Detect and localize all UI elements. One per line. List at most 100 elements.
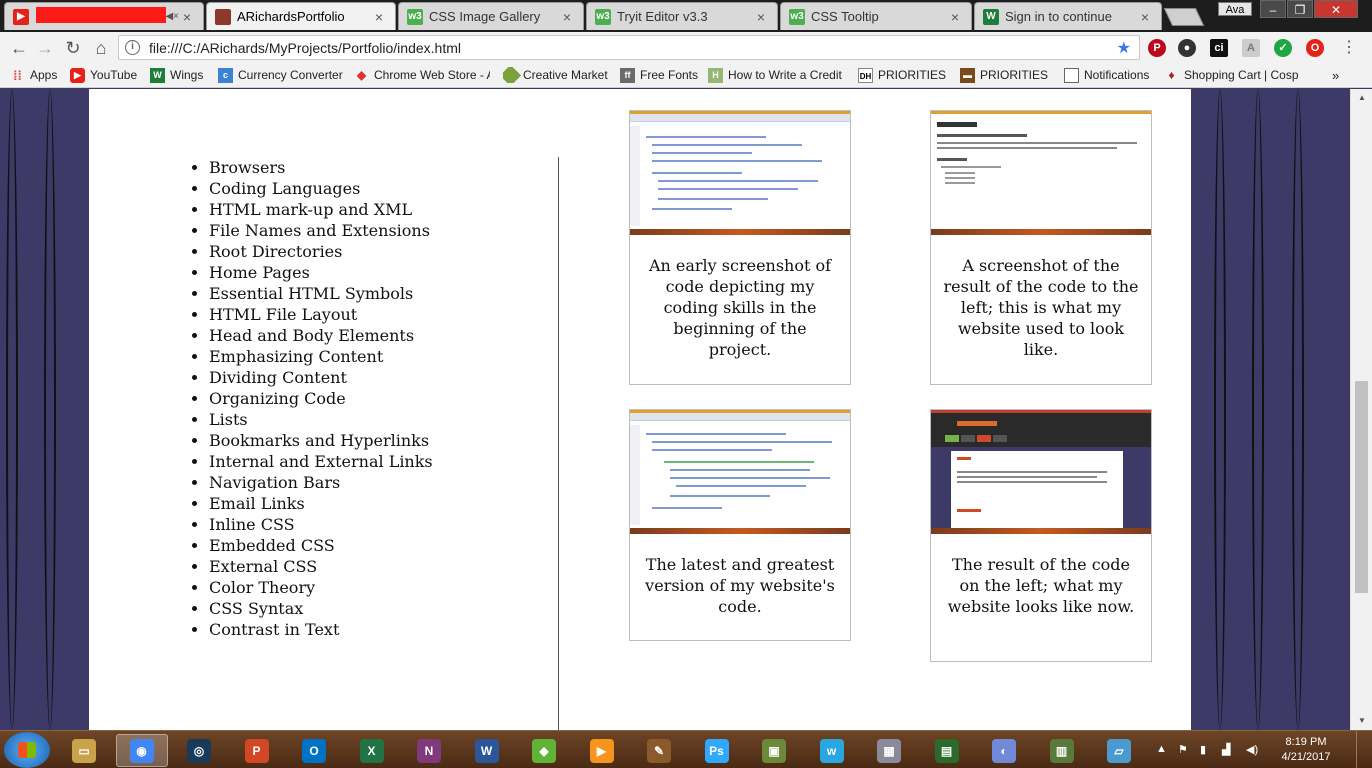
- youtube-icon: ▶: [70, 67, 85, 83]
- fonts-icon: ff: [620, 67, 635, 83]
- taskbar-outlook-button[interactable]: O: [288, 734, 340, 767]
- wave-decoration: [1292, 89, 1304, 730]
- early-website-screenshot[interactable]: [931, 111, 1151, 235]
- windows-logo-icon: [18, 742, 36, 758]
- minimize-button[interactable]: –: [1260, 0, 1286, 18]
- opera-icon[interactable]: O: [1306, 39, 1324, 57]
- bookmark-currency-converter[interactable]: c Currency Converter: [218, 67, 344, 83]
- bookmark-wings[interactable]: W Wings: [150, 67, 208, 83]
- close-tab-icon[interactable]: ×: [179, 9, 195, 25]
- pinterest-icon[interactable]: P: [1148, 39, 1166, 57]
- taskbar-terminal-button[interactable]: ▤: [921, 734, 973, 767]
- bookmark-chrome-web-store[interactable]: ◆ Chrome Web Store - A: [354, 67, 490, 83]
- scroll-thumb[interactable]: [1355, 381, 1368, 593]
- home-button[interactable]: ⌂: [90, 37, 112, 59]
- scroll-down-icon[interactable]: ▼: [1356, 716, 1368, 726]
- gallery-caption: An early screenshot of code depicting my…: [648, 256, 832, 359]
- bookmark-how-to-write[interactable]: H How to Write a Credit: [708, 67, 846, 83]
- acrobat-icon[interactable]: A: [1242, 39, 1260, 57]
- taskbar-paint-pencil-button[interactable]: ✎: [633, 734, 685, 767]
- early-code-screenshot[interactable]: [630, 111, 850, 235]
- check-icon[interactable]: ✓: [1274, 39, 1292, 57]
- bookmark-youtube[interactable]: ▶ YouTube: [70, 67, 142, 83]
- page-info-icon[interactable]: i: [125, 40, 140, 55]
- taskbar-word-button[interactable]: W: [461, 734, 513, 767]
- gallery-card[interactable]: The result of the code on the left; what…: [930, 409, 1152, 662]
- taskbar-wattpad-button[interactable]: w: [806, 734, 858, 767]
- system-clock[interactable]: 8:19 PM 4/21/2017: [1270, 735, 1342, 765]
- close-tab-icon[interactable]: ×: [559, 9, 575, 25]
- skills-list-item: Navigation Bars: [209, 472, 389, 493]
- address-bar[interactable]: i file:///C:/ARichards/MyProjects/Portfo…: [118, 35, 1140, 60]
- start-button[interactable]: [4, 732, 50, 768]
- taskbar-media-player-button[interactable]: ▶: [576, 734, 628, 767]
- current-website-screenshot[interactable]: [931, 410, 1151, 534]
- scroll-up-icon[interactable]: ▲: [1356, 93, 1368, 103]
- taskbar-excel-button[interactable]: X: [346, 734, 398, 767]
- gallery-card[interactable]: The latest and greatest version of my we…: [629, 409, 851, 641]
- network-icon[interactable]: ▟: [1222, 743, 1230, 756]
- more-bookmarks-icon[interactable]: »: [1332, 67, 1346, 83]
- show-hidden-icons[interactable]: ▲: [1156, 743, 1167, 755]
- taskbar-discord-button[interactable]: ◐: [978, 734, 1030, 767]
- taskbar-game-button[interactable]: ▣: [748, 734, 800, 767]
- taskbar-steam-button[interactable]: ◎: [173, 734, 225, 767]
- profile-button[interactable]: Ava: [1218, 2, 1252, 16]
- show-desktop-button[interactable]: [1356, 731, 1372, 768]
- skills-list-item: Head and Body Elements: [209, 325, 449, 346]
- skills-list-item: HTML mark-up and XML: [209, 199, 449, 220]
- taskbar-notepad-button[interactable]: ▥: [1036, 734, 1088, 767]
- back-button[interactable]: ←: [8, 37, 30, 59]
- vertical-scrollbar[interactable]: ▲ ▼: [1350, 89, 1372, 730]
- portfolio-icon: [215, 8, 231, 25]
- taskbar-onenote-button[interactable]: N: [403, 734, 455, 767]
- maximize-button[interactable]: ❐: [1287, 0, 1313, 18]
- taskbar-file-explorer-button[interactable]: ▭: [58, 734, 110, 767]
- taskbar-calculator-button[interactable]: ▦: [863, 734, 915, 767]
- tab-sign-in[interactable]: W Sign in to continue ×: [974, 2, 1162, 30]
- latest-code-screenshot[interactable]: [630, 410, 850, 534]
- bookmark-free-fonts[interactable]: ff Free Fonts: [620, 67, 698, 83]
- new-tab-button[interactable]: [1163, 8, 1205, 26]
- close-tab-icon[interactable]: ×: [1137, 9, 1153, 25]
- tab-css-image-gallery[interactable]: w3 CSS Image Gallery ×: [398, 2, 584, 30]
- close-tab-icon[interactable]: ×: [753, 9, 769, 25]
- steam-icon: ◎: [187, 738, 211, 763]
- flag-icon[interactable]: ⚑: [1178, 743, 1188, 756]
- wave-decoration: [44, 89, 56, 730]
- skills-list-item: CSS Syntax: [209, 598, 389, 619]
- address-text[interactable]: file:///C:/ARichards/MyProjects/Portfoli…: [149, 40, 461, 56]
- bookmark-priorities-1[interactable]: DH PRIORITIES 1: [858, 67, 950, 83]
- forward-button[interactable]: →: [34, 37, 56, 59]
- bookmark-apps[interactable]: ⁞⁞ Apps: [10, 67, 62, 83]
- speaker-muted-icon[interactable]: ◀×: [165, 11, 179, 22]
- tab-css-tooltip[interactable]: w3 CSS Tooltip ×: [780, 2, 972, 30]
- skills-list-item: Home Pages: [209, 262, 389, 283]
- close-tab-icon[interactable]: ×: [371, 9, 387, 25]
- taskbar-powerpoint-button[interactable]: P: [231, 734, 283, 767]
- extension-icon[interactable]: ●: [1178, 39, 1196, 57]
- taskbar-chrome-button[interactable]: ◉: [115, 734, 168, 767]
- gallery-card[interactable]: An early screenshot of code depicting my…: [629, 110, 851, 385]
- bookmark-creative-market[interactable]: Creative Market: [503, 67, 611, 83]
- gallery-card[interactable]: A screenshot of the result of the code t…: [930, 110, 1152, 385]
- reload-button[interactable]: ↻: [62, 37, 84, 59]
- menu-icon[interactable]: ⋮: [1338, 37, 1360, 59]
- power-icon[interactable]: ▮: [1200, 743, 1206, 756]
- close-tab-icon[interactable]: ×: [947, 9, 963, 25]
- wikispaces-icon: W: [983, 8, 999, 25]
- taskbar-sims-button[interactable]: ◆: [518, 734, 570, 767]
- bookmark-notifications[interactable]: Notifications: [1064, 67, 1154, 83]
- extension-ci-icon[interactable]: ci: [1210, 39, 1228, 57]
- tab-portfolio[interactable]: ARichardsPortfolio ×: [206, 2, 396, 30]
- volume-icon[interactable]: ◀): [1246, 743, 1258, 756]
- skills-list-item: Contrast in Text: [209, 619, 389, 640]
- taskbar-photoshop-button[interactable]: Ps: [691, 734, 743, 767]
- close-window-button[interactable]: ✕: [1314, 0, 1358, 18]
- taskbar-snipping-button[interactable]: ▱: [1093, 734, 1145, 767]
- notepad-icon: ▥: [1049, 738, 1074, 763]
- bookmark-shopping-cart[interactable]: ♦ Shopping Cart | Cospla: [1164, 67, 1298, 83]
- bookmark-priorities-2[interactable]: ▬ PRIORITIES 2: [960, 67, 1052, 83]
- tab-tryit-editor[interactable]: w3 Tryit Editor v3.3 ×: [586, 2, 778, 30]
- bookmark-star-icon[interactable]: ★: [1117, 38, 1131, 58]
